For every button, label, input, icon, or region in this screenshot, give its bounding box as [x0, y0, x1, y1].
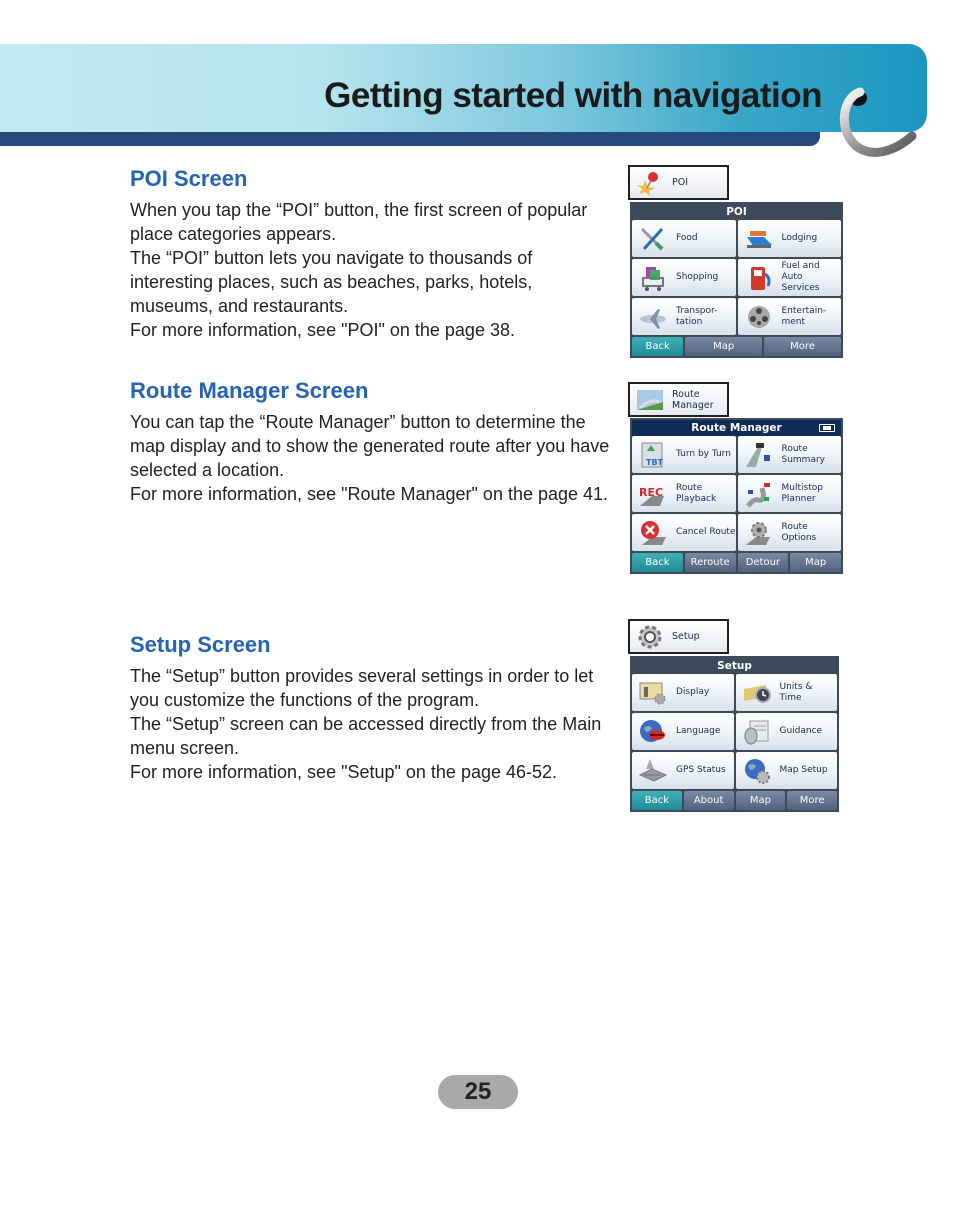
screen-title: Route Manager [632, 420, 841, 436]
reroute-button[interactable]: Reroute [684, 553, 736, 572]
route-manager-shortcut-button[interactable]: Route Manager [628, 382, 729, 417]
svg-text:REC: REC [639, 486, 663, 499]
header-strip [0, 132, 820, 146]
section-text: The “Setup” screen can be accessed direc… [130, 714, 602, 758]
poi-shortcut-button[interactable]: POI [628, 165, 729, 200]
page-title: Getting started with navigation [324, 76, 822, 115]
shortcut-label: Setup [672, 631, 700, 642]
battery-icon [819, 424, 835, 432]
tile-route-options[interactable]: Route Options [737, 514, 841, 551]
tile-language[interactable]: Language [632, 713, 734, 750]
shortcut-label: Route Manager [672, 388, 714, 411]
section-text: The “Setup” button provides several sett… [130, 666, 594, 710]
fuel-pump-icon [742, 263, 776, 293]
tile-gps-status[interactable]: GPS Status [632, 752, 734, 789]
tile-turn-by-turn[interactable]: TBT Turn by Turn [632, 436, 736, 473]
multistop-flags-icon [742, 479, 776, 509]
globe-gear-icon [740, 756, 774, 786]
more-button[interactable]: More [787, 791, 837, 810]
tile-units-time[interactable]: Units & Time [735, 674, 837, 711]
more-button[interactable]: More [764, 337, 841, 356]
tile-shopping[interactable]: Shopping [632, 259, 736, 296]
film-reel-icon [742, 302, 776, 332]
section-text: For more information, see "Setup" on the… [130, 762, 558, 782]
tile-fuel-auto[interactable]: Fuel and Auto Services [737, 259, 841, 296]
section-text: For more information, see "POI" on the p… [130, 320, 515, 340]
section-heading: Setup Screen [130, 632, 271, 657]
section-heading: POI Screen [130, 166, 248, 191]
fork-knife-icon [636, 224, 670, 254]
shopping-cart-icon [636, 263, 670, 293]
tile-map-setup[interactable]: Map Setup [735, 752, 837, 789]
setup-shortcut-button[interactable]: Setup [628, 619, 729, 654]
tile-route-playback[interactable]: REC Route Playback [632, 475, 736, 512]
section-poi: POI Screen When you tap the “POI” button… [130, 166, 620, 342]
cancel-x-icon [636, 518, 670, 548]
tile-multistop-planner[interactable]: Multistop Planner [737, 475, 841, 512]
svg-text:TBT: TBT [646, 458, 664, 467]
section-text: You can tap the “Route Manager” button t… [130, 412, 610, 480]
pushpin-star-icon [636, 170, 664, 196]
route-summary-icon [742, 440, 776, 470]
poi-screen: POI Food Lodging Shopping Fuel and Auto … [630, 202, 843, 358]
speaker-icon [740, 717, 774, 747]
map-button[interactable]: Map [685, 337, 763, 356]
satellite-icon [636, 756, 670, 786]
section-text: The “POI” button lets you navigate to th… [130, 248, 533, 316]
map-button[interactable]: Map [790, 553, 841, 572]
route-gear-icon [742, 518, 776, 548]
bed-icon [742, 224, 776, 254]
binder-ring-icon [839, 87, 917, 157]
back-button[interactable]: Back [632, 337, 684, 356]
tile-cancel-route[interactable]: Cancel Route [632, 514, 736, 551]
detour-button[interactable]: Detour [737, 553, 789, 572]
turn-by-turn-icon: TBT [636, 440, 670, 470]
screen-title: POI [726, 206, 747, 218]
route-map-icon [636, 387, 664, 413]
gear-icon [636, 624, 664, 650]
tile-display[interactable]: Display [632, 674, 734, 711]
page-number: 25 [438, 1075, 518, 1109]
section-text: For more information, see "Route Manager… [130, 484, 609, 504]
about-button[interactable]: About [683, 791, 734, 810]
setup-screen: Setup Display Units & Time Language Guid… [630, 656, 839, 812]
back-button[interactable]: Back [632, 791, 682, 810]
back-button[interactable]: Back [632, 553, 683, 572]
globe-lips-icon [636, 717, 670, 747]
section-setup: Setup Screen The “Setup” button provides… [130, 632, 620, 784]
tile-transportation[interactable]: Transpor-tation [632, 298, 736, 335]
section-text: When you tap the “POI” button, the first… [130, 200, 588, 244]
rec-playback-icon: REC [636, 479, 670, 509]
section-heading: Route Manager Screen [130, 378, 369, 403]
tile-guidance[interactable]: Guidance [735, 713, 837, 750]
clock-ruler-icon [740, 678, 774, 708]
screen-title: Setup [717, 660, 752, 672]
section-route-manager: Route Manager Screen You can tap the “Ro… [130, 378, 620, 506]
airplane-icon [636, 302, 670, 332]
tile-entertainment[interactable]: Entertain-ment [737, 298, 841, 335]
map-button[interactable]: Map [735, 791, 786, 810]
display-icon [636, 678, 670, 708]
tile-food[interactable]: Food [632, 220, 736, 257]
tile-route-summary[interactable]: Route Summary [737, 436, 841, 473]
tile-lodging[interactable]: Lodging [737, 220, 841, 257]
route-manager-screen: Route Manager TBT Turn by Turn Route Summ… [630, 418, 843, 574]
shortcut-label: POI [672, 177, 689, 188]
